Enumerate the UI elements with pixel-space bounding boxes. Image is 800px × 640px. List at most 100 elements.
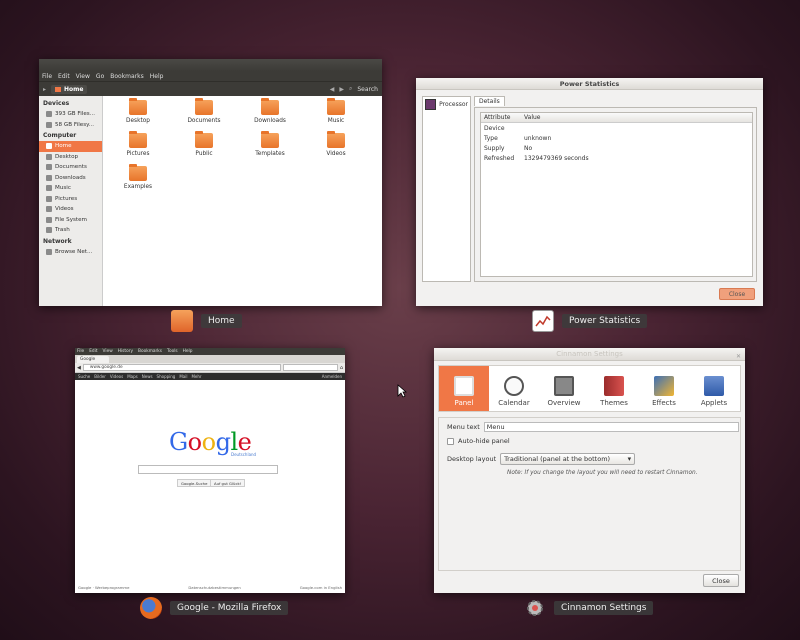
category-effects[interactable]: Effects	[639, 366, 689, 411]
gbar-link-mail[interactable]: Mail	[179, 374, 187, 379]
details-panel: Attribute Value Device Type unknown Suppl…	[474, 107, 757, 282]
menu-bookmarks[interactable]: Bookmarks	[138, 349, 162, 354]
back-arrow-icon[interactable]: ◀	[330, 86, 335, 93]
column-header-value[interactable]: Value	[521, 114, 752, 121]
sidebar-item-trash[interactable]: Trash	[39, 225, 102, 236]
file-item-documents[interactable]: Documents	[171, 98, 237, 133]
home-icon[interactable]: ⌂	[340, 365, 343, 371]
menu-file[interactable]: File	[77, 349, 84, 354]
details-table: Attribute Value Device Type unknown Suppl…	[480, 112, 753, 277]
themes-brush-icon	[604, 376, 624, 396]
file-item-templates[interactable]: Templates	[237, 131, 303, 166]
category-themes[interactable]: Themes	[589, 366, 639, 411]
location-home-button[interactable]: Home	[51, 84, 88, 94]
footer-link[interactable]: Google.com in English	[300, 585, 342, 590]
sidebar-item-documents[interactable]: Documents	[39, 162, 102, 173]
caption-firefox[interactable]: Google - Mozilla Firefox	[140, 597, 289, 619]
forward-arrow-icon[interactable]: ▶	[339, 86, 344, 93]
home-icon	[46, 143, 52, 150]
file-item-examples[interactable]: Examples	[105, 164, 171, 199]
menu-history[interactable]: History	[118, 349, 133, 354]
menu-edit[interactable]: Edit	[89, 349, 97, 354]
gbar-link-images[interactable]: Bilder	[94, 374, 106, 379]
gbar-link-more[interactable]: Mehr	[191, 374, 201, 379]
device-item-processor[interactable]: Processor	[423, 97, 470, 112]
menu-view[interactable]: View	[103, 349, 113, 354]
google-search-input[interactable]	[138, 465, 278, 474]
sidebar-item-browse-network[interactable]: Browse Net...	[39, 247, 102, 258]
menu-file[interactable]: File	[42, 73, 52, 80]
desktop-icon	[46, 153, 52, 160]
close-button[interactable]: Close	[719, 288, 755, 300]
folder-icon	[129, 98, 147, 115]
close-icon[interactable]: ✕	[736, 350, 741, 363]
menu-help[interactable]: Help	[183, 349, 193, 354]
category-panel[interactable]: Panel	[439, 366, 489, 411]
sidebar-item-music[interactable]: Music	[39, 183, 102, 194]
url-bar[interactable]: www.google.de	[82, 364, 281, 371]
google-search-button[interactable]: Google-Suche	[177, 479, 212, 487]
menu-go[interactable]: Go	[96, 73, 104, 80]
sidebar-item-downloads[interactable]: Downloads	[39, 173, 102, 184]
file-system-icon	[46, 216, 52, 223]
search-bar[interactable]	[282, 364, 338, 371]
file-item-pictures[interactable]: Pictures	[105, 131, 171, 166]
location-toggle-icon[interactable]: ▸	[43, 86, 46, 93]
power-statistics-window-thumbnail[interactable]: Power Statistics Processor Details Attri…	[416, 78, 763, 306]
menu-help[interactable]: Help	[150, 73, 164, 80]
close-button[interactable]: Close	[703, 574, 739, 587]
tab-google[interactable]: Google	[77, 356, 110, 363]
search-icon[interactable]: ⌕	[349, 85, 352, 93]
menu-bookmarks[interactable]: Bookmarks	[110, 73, 144, 80]
gbar-link-news[interactable]: News	[142, 374, 153, 379]
sidebar-item-device-2[interactable]: 58 GB Filesy...	[39, 120, 102, 131]
tab-details[interactable]: Details	[474, 96, 505, 106]
menu-view[interactable]: View	[76, 73, 90, 80]
desktop-layout-row: Desktop layout Traditional (panel at the…	[447, 453, 636, 465]
sign-in-link[interactable]: Anmelden	[322, 374, 342, 379]
category-overview[interactable]: Overview	[539, 366, 589, 411]
search-button[interactable]: Search	[357, 86, 378, 93]
desktop-layout-select[interactable]: Traditional (panel at the bottom)	[500, 453, 636, 465]
table-row: Device	[484, 124, 505, 132]
category-calendar[interactable]: Calendar	[489, 366, 539, 411]
sidebar-item-videos[interactable]: Videos	[39, 204, 102, 215]
network-icon	[46, 248, 52, 255]
documents-icon	[46, 164, 52, 171]
caption-cinnamon-settings[interactable]: Cinnamon Settings	[524, 597, 654, 619]
firefox-window-thumbnail[interactable]: File Edit View History Bookmarks Tools H…	[75, 348, 345, 593]
gbar-link-maps[interactable]: Maps	[127, 374, 138, 379]
column-header-attribute[interactable]: Attribute	[481, 114, 521, 121]
gbar-link-search[interactable]: Suche	[78, 374, 90, 379]
sidebar-item-pictures[interactable]: Pictures	[39, 194, 102, 205]
caption-power-statistics[interactable]: Power Statistics	[532, 310, 648, 332]
sidebar-item-desktop[interactable]: Desktop	[39, 152, 102, 163]
footer-link[interactable]: Datenschutzbestimmungen	[188, 585, 240, 590]
autohide-checkbox[interactable]	[447, 437, 454, 445]
desktop-layout-label: Desktop layout	[447, 455, 497, 463]
menu-edit[interactable]: Edit	[58, 73, 70, 80]
file-item-videos[interactable]: Videos	[303, 131, 369, 166]
home-folder-icon	[171, 310, 193, 332]
caption-home[interactable]: Home	[171, 310, 242, 332]
menu-tools[interactable]: Tools	[167, 349, 178, 354]
file-item-downloads[interactable]: Downloads	[237, 98, 303, 133]
gbar-link-videos[interactable]: Videos	[110, 374, 123, 379]
sidebar-item-home[interactable]: Home	[39, 141, 102, 152]
back-arrow-icon[interactable]: ◀	[77, 365, 81, 371]
menu-text-input[interactable]: Menu	[483, 422, 739, 432]
folder-icon	[195, 131, 213, 148]
sidebar-item-device-1[interactable]: 393 GB Files...	[39, 109, 102, 120]
feeling-lucky-button[interactable]: Auf gut Glück!	[210, 479, 246, 487]
sidebar-item-file-system[interactable]: File System	[39, 215, 102, 226]
home-folder-icon	[55, 86, 62, 92]
file-item-public[interactable]: Public	[171, 131, 237, 166]
google-footer: Google · Werbeprogramme Datenschutzbesti…	[78, 585, 342, 590]
file-item-desktop[interactable]: Desktop	[105, 98, 171, 133]
gbar-link-shopping[interactable]: Shopping	[157, 374, 176, 379]
nautilus-window-thumbnail[interactable]: File Edit View Go Bookmarks Help ▸ Home …	[39, 59, 382, 306]
cinnamon-settings-window-thumbnail[interactable]: Cinnamon Settings ✕ Panel Calendar Overv…	[434, 348, 745, 593]
category-applets[interactable]: Applets	[689, 366, 739, 411]
file-item-music[interactable]: Music	[303, 98, 369, 133]
footer-link[interactable]: Google · Werbeprogramme	[78, 585, 129, 590]
